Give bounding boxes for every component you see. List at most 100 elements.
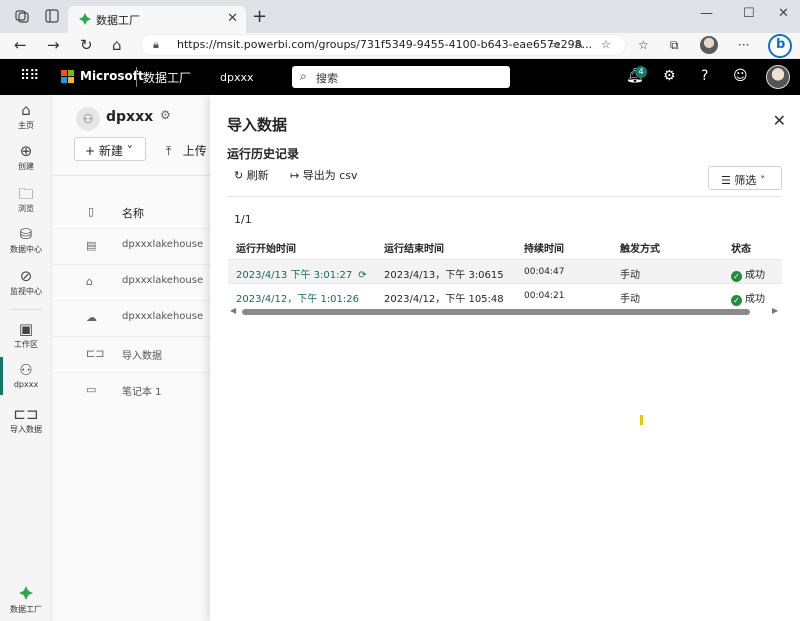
left-rail: ⌂ 主页 ⊕ 创建 🗀︎ 浏览 ⛁ 数据中心 ⊘ 监视中心 ▣ 工作区 ⚇ dp… [0, 95, 52, 621]
status-text: 成功 [745, 270, 765, 281]
scrollbar-thumb[interactable] [242, 309, 750, 315]
column-header-duration[interactable]: 持续时间 [524, 240, 564, 255]
run-start-link[interactable]: 2023/4/12，下午 1:01:26 [236, 290, 359, 305]
browser-tab[interactable]: 数据工厂 ✕ [68, 6, 246, 33]
table-row[interactable]: 2023/4/13 下午 3:01:27 ⟳ 2023/4/13，下午 3:061… [228, 259, 782, 283]
run-duration: 00:04:21 [524, 291, 565, 301]
forward-icon[interactable]: → [47, 36, 60, 54]
app-available-icon[interactable]: ▭ [549, 38, 559, 51]
item-name: dpxxxlakehouse [122, 275, 204, 286]
upload-button[interactable]: ⤒ 上传 [166, 142, 207, 159]
rail-item-data-hub[interactable]: ⛁ 数据中心 [0, 225, 52, 255]
rail-label: 数据中心 [10, 245, 42, 254]
data-factory-icon [0, 585, 52, 603]
item-name: 笔记本 1 [122, 387, 162, 398]
plus-icon: + [85, 144, 99, 158]
column-header-status[interactable]: 状态 [731, 240, 751, 255]
rail-item-dpxxx[interactable]: ⚇ dpxxx [0, 361, 52, 389]
list-item[interactable]: ☁ dpxxxlakehouse [52, 300, 210, 336]
brand-name: Microsoft [80, 69, 144, 83]
reload-icon[interactable]: ↻ [80, 36, 93, 54]
filter-button[interactable]: ☰ 筛选 ˅ [708, 166, 782, 190]
status-text: 成功 [745, 294, 765, 305]
table-row[interactable]: 2023/4/12，下午 1:01:26 2023/4/12，下午 105:48… [228, 283, 782, 307]
bing-icon[interactable] [768, 34, 792, 58]
rail-item-monitor[interactable]: ⊘ 监视中心 [0, 267, 52, 297]
app-name[interactable]: 数据工厂 [143, 69, 191, 86]
rail-label: 创建 [18, 162, 34, 171]
column-header-name[interactable]: 名称 [122, 205, 144, 221]
column-header-start[interactable]: 运行开始时间 [236, 240, 296, 255]
run-status: ✓ 成功 [731, 290, 765, 306]
export-icon: ↦ [290, 169, 303, 182]
settings-icon[interactable]: ⚙ [663, 68, 676, 84]
list-item[interactable]: ▤ dpxxxlakehouse [52, 228, 210, 264]
tab-close-icon[interactable]: ✕ [227, 11, 238, 26]
app-header: ⠿⠿ Microsoft 数据工厂 dpxxx ⌕ 搜索 🔔︎ 4 ⚙ ? ☺ [0, 59, 800, 95]
rail-label: 导入数据 [10, 425, 42, 434]
new-button[interactable]: + 新建 ˅ [74, 137, 146, 161]
rail-item-workspaces[interactable]: ▣ 工作区 [0, 320, 52, 350]
upload-icon: ⤒ [166, 144, 183, 158]
collections-icon[interactable]: ⧉ [670, 38, 679, 53]
app-launcher-icon[interactable]: ⠿⠿ [20, 68, 39, 84]
dataset-icon: ☁ [86, 311, 97, 324]
column-header-trigger[interactable]: 触发方式 [620, 240, 660, 255]
help-icon[interactable]: ? [701, 68, 708, 84]
header-workspace[interactable]: dpxxx [220, 71, 254, 84]
export-csv-button[interactable]: ↦ 导出为 csv [290, 167, 358, 183]
rail-label: 浏览 [18, 204, 34, 213]
list-item[interactable]: ⌂ dpxxxlakehouse [52, 264, 210, 300]
list-item[interactable]: ▭ 笔记本 1 [52, 372, 210, 408]
page-count: 1/1 [234, 213, 252, 226]
workspaces-icon[interactable] [14, 8, 30, 24]
read-aloud-icon[interactable]: A [575, 38, 583, 51]
browser-address-bar: ← → ↻ ⌂ 🔒︎ https://msit.powerbi.com/grou… [0, 33, 800, 59]
monitor-icon: ⊘ [19, 267, 33, 285]
item-name: dpxxxlakehouse [122, 239, 204, 250]
search-placeholder: 搜索 [316, 72, 338, 85]
browser-tab-bar: 数据工厂 ✕ + — ☐ ✕ [0, 0, 800, 33]
back-icon[interactable]: ← [14, 36, 27, 54]
list-item[interactable]: ⊏⊐ 导入数据 [52, 336, 210, 372]
favorite-add-icon[interactable]: ☆ [601, 38, 611, 51]
file-type-icon: ▯ [88, 205, 95, 218]
user-avatar[interactable] [766, 65, 790, 89]
window-close-icon[interactable]: ✕ [778, 6, 789, 21]
minimize-icon[interactable]: — [700, 6, 713, 21]
rail-item-data-factory[interactable]: 数据工厂 [0, 585, 52, 615]
search-icon: ⌕ [300, 69, 307, 83]
more-icon[interactable]: ··· [738, 38, 749, 52]
home-browser-icon[interactable]: ⌂ [112, 36, 122, 54]
maximize-icon[interactable]: ☐ [743, 6, 755, 21]
browser-profile-avatar[interactable] [700, 36, 718, 54]
rerun-icon[interactable]: ⟳ [358, 270, 366, 281]
url-field[interactable]: 🔒︎ https://msit.powerbi.com/groups/731f5… [140, 34, 626, 56]
favorites-icon[interactable]: ☆ [638, 38, 649, 52]
rail-item-pipeline[interactable]: ⊏⊐ 导入数据 [0, 405, 52, 435]
rail-item-home[interactable]: ⌂ 主页 [0, 101, 52, 131]
close-icon[interactable]: ✕ [773, 111, 786, 130]
rail-label: 监视中心 [10, 287, 42, 296]
scroll-right-icon[interactable]: ▶ [772, 306, 778, 315]
new-tab-icon[interactable]: + [252, 6, 267, 27]
workspace-settings-icon[interactable]: ⚙ [160, 108, 171, 122]
rail-item-browse[interactable]: 🗀︎ 浏览 [0, 184, 52, 214]
column-header-end[interactable]: 运行结束时间 [384, 240, 444, 255]
rail-label: 工作区 [14, 340, 38, 349]
tab-actions-icon[interactable] [44, 8, 60, 24]
horizontal-scrollbar[interactable]: ◀ ▶ [228, 306, 782, 317]
run-start-link[interactable]: 2023/4/13 下午 3:01:27 ⟳ [236, 266, 367, 281]
plus-circle-icon: ⊕ [19, 142, 33, 160]
search-box[interactable]: ⌕ 搜索 [292, 66, 510, 88]
chevron-down-icon: ˅ [756, 174, 766, 187]
refresh-button[interactable]: ↻ 刷新 [234, 167, 269, 183]
feedback-icon[interactable]: ☺ [733, 68, 748, 84]
run-start-text: 2023/4/13 下午 3:01:27 [236, 270, 353, 281]
data-hub-icon: ⛁ [19, 225, 33, 243]
scroll-left-icon[interactable]: ◀ [230, 306, 236, 315]
workspaces-icon: ▣ [18, 320, 34, 338]
rail-item-create[interactable]: ⊕ 创建 [0, 142, 52, 172]
new-label: 新建 [98, 144, 123, 158]
lock-icon[interactable]: 🔒︎ [153, 38, 159, 52]
